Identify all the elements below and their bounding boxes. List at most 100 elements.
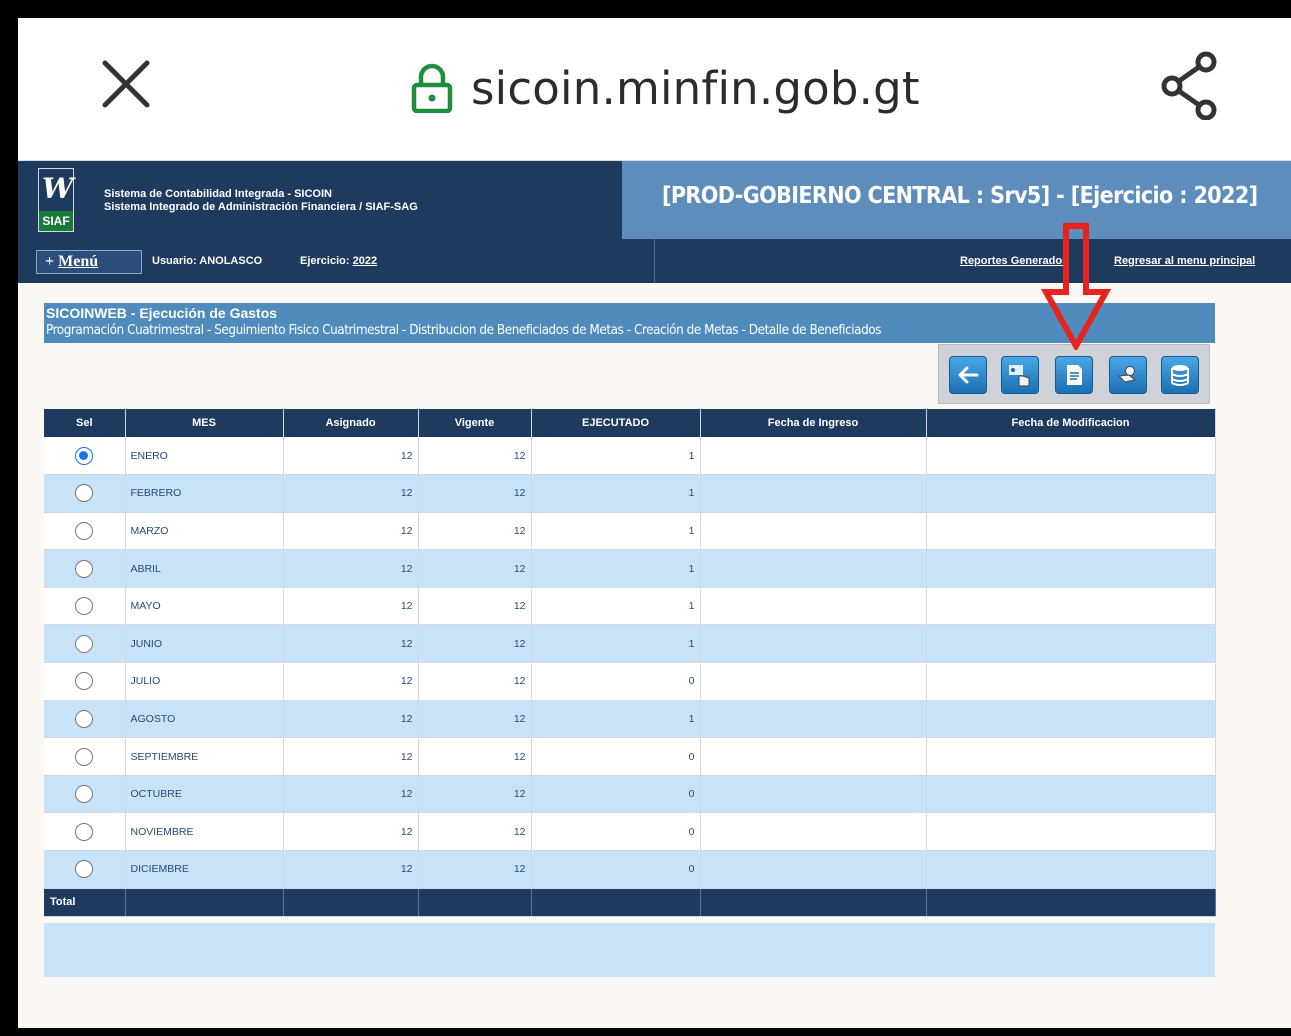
select-radio[interactable] bbox=[75, 484, 94, 503]
close-icon[interactable] bbox=[100, 58, 152, 110]
table-row[interactable]: FEBRERO 12 12 1 bbox=[44, 474, 1216, 513]
mes-cell: MARZO bbox=[125, 512, 284, 551]
fecha-modificacion-cell bbox=[926, 737, 1216, 776]
column-header: Vigente bbox=[418, 409, 532, 437]
fecha-modificacion-cell bbox=[926, 512, 1216, 551]
column-header: Fecha de Ingreso bbox=[700, 409, 927, 437]
user-label: Usuario: ANOLASCO bbox=[152, 255, 263, 267]
table-row[interactable]: DICIEMBRE 12 12 0 bbox=[44, 850, 1216, 889]
select-radio[interactable] bbox=[75, 672, 94, 691]
table-row[interactable]: JUNIO 12 12 1 bbox=[44, 624, 1216, 664]
select-radio-cell bbox=[44, 624, 126, 664]
table-row[interactable]: SEPTIEMBRE 12 12 0 bbox=[44, 737, 1216, 776]
fecha-modificacion-cell bbox=[926, 662, 1216, 701]
select-radio[interactable] bbox=[75, 634, 94, 653]
share-icon[interactable] bbox=[1160, 50, 1218, 121]
asignado-cell: 12 bbox=[283, 737, 419, 776]
ejercicio-label: Ejercicio: 2022 bbox=[300, 255, 377, 267]
select-radio[interactable] bbox=[75, 709, 94, 728]
select-radio[interactable] bbox=[75, 446, 94, 465]
ejecutado-cell: 0 bbox=[531, 850, 701, 889]
column-header: Fecha de Modificacion bbox=[926, 409, 1216, 437]
hand-select-icon[interactable] bbox=[1001, 356, 1039, 394]
fecha-modificacion-cell bbox=[926, 775, 1216, 814]
breadcrumb-separator: - bbox=[738, 323, 749, 338]
table-row[interactable]: JULIO 12 12 0 bbox=[44, 662, 1216, 701]
table-row[interactable]: AGOSTO 12 12 1 bbox=[44, 700, 1216, 739]
breadcrumb-item[interactable]: Creación de Metas bbox=[634, 323, 739, 338]
select-radio-cell bbox=[44, 512, 126, 551]
menu-label: Menú bbox=[58, 253, 99, 270]
regresar-menu-link[interactable]: Regresar al menu principal bbox=[1114, 255, 1255, 267]
table-row[interactable]: NOVIEMBRE 12 12 0 bbox=[44, 812, 1216, 852]
select-radio-cell bbox=[44, 775, 126, 814]
mes-cell: DICIEMBRE bbox=[125, 850, 284, 889]
breadcrumb-separator: - bbox=[398, 323, 410, 338]
breadcrumb-item[interactable]: Seguimiento Fisico Cuatrimestral bbox=[214, 323, 399, 338]
table-row[interactable]: ENERO 12 12 1 bbox=[44, 437, 1216, 476]
screenshot-frame: sicoin.minfin.gob.gt W SIAF Sistema de C… bbox=[0, 0, 1291, 1036]
ejecutado-cell: 1 bbox=[531, 587, 701, 626]
vigente-cell: 12 bbox=[418, 812, 532, 852]
select-radio-cell bbox=[44, 474, 126, 513]
select-radio[interactable] bbox=[75, 747, 94, 766]
fecha-ingreso-cell bbox=[700, 700, 927, 739]
address-bar[interactable]: sicoin.minfin.gob.gt bbox=[411, 58, 920, 118]
column-header: Asignado bbox=[283, 409, 419, 437]
breadcrumb: Programación Cuatrimestral - Seguimiento… bbox=[46, 323, 881, 338]
column-header: MES bbox=[125, 409, 284, 437]
back-arrow-icon[interactable] bbox=[949, 356, 987, 394]
table-row[interactable]: ABRIL 12 12 1 bbox=[44, 549, 1216, 588]
fecha-modificacion-cell bbox=[926, 474, 1216, 513]
fecha-ingreso-cell bbox=[700, 512, 927, 551]
select-radio[interactable] bbox=[75, 785, 94, 804]
logo-mark-icon: W bbox=[42, 172, 74, 205]
ejercicio-value[interactable]: 2022 bbox=[353, 255, 377, 267]
select-radio[interactable] bbox=[75, 521, 94, 540]
database-icon[interactable] bbox=[1161, 356, 1199, 394]
breadcrumb-item[interactable]: Distribucion de Beneficiados de Metas bbox=[409, 323, 624, 338]
table-row[interactable]: MAYO 12 12 1 bbox=[44, 587, 1216, 626]
breadcrumb-item[interactable]: Detalle de Beneficiados bbox=[749, 323, 882, 338]
vigente-cell: 12 bbox=[418, 549, 532, 588]
vigente-cell: 12 bbox=[418, 662, 532, 701]
select-radio[interactable] bbox=[75, 559, 94, 578]
fecha-modificacion-cell bbox=[926, 700, 1216, 739]
mes-cell: ABRIL bbox=[125, 549, 284, 588]
breadcrumb-item[interactable]: Programación Cuatrimestral bbox=[46, 323, 204, 338]
total-cell bbox=[125, 888, 284, 917]
select-radio[interactable] bbox=[75, 860, 94, 879]
select-radio-cell bbox=[44, 812, 126, 852]
total-cell bbox=[283, 888, 419, 917]
select-radio[interactable] bbox=[75, 597, 94, 616]
select-radio-cell bbox=[44, 437, 126, 476]
select-radio-cell bbox=[44, 587, 126, 626]
ejecutado-cell: 1 bbox=[531, 474, 701, 513]
table-row[interactable]: MARZO 12 12 1 bbox=[44, 512, 1216, 551]
asignado-cell: 12 bbox=[283, 587, 419, 626]
table-body: ENERO 12 12 1 FEBRERO 12 12 1 MARZO 12 12 1 ABRIL 12 1… bbox=[44, 437, 1216, 889]
fecha-ingreso-cell bbox=[700, 775, 927, 814]
system-line-1: Sistema de Contabilidad Integrada - SICO… bbox=[104, 188, 332, 200]
siaf-logo: W SIAF bbox=[38, 168, 74, 232]
table-row[interactable]: OCTUBRE 12 12 0 bbox=[44, 775, 1216, 814]
vigente-cell: 12 bbox=[418, 850, 532, 889]
ejecutado-cell: 1 bbox=[531, 624, 701, 664]
page-title: SICOINWEB - Ejecución de Gastos bbox=[46, 305, 278, 321]
asignado-cell: 12 bbox=[283, 512, 419, 551]
select-radio-cell bbox=[44, 662, 126, 701]
select-radio[interactable] bbox=[75, 822, 94, 841]
toolbar bbox=[938, 344, 1210, 404]
ejecutado-cell: 1 bbox=[531, 549, 701, 588]
table-header-row: Sel MES Asignado Vigente EJECUTADO Fecha… bbox=[44, 409, 1216, 437]
document-icon[interactable] bbox=[1055, 356, 1093, 394]
fecha-modificacion-cell bbox=[926, 624, 1216, 664]
fecha-ingreso-cell bbox=[700, 437, 927, 476]
total-cell bbox=[418, 888, 532, 917]
menu-button[interactable]: + Menú bbox=[36, 250, 142, 274]
total-row: Total bbox=[44, 888, 1216, 917]
hand-gear-icon[interactable] bbox=[1109, 356, 1147, 394]
breadcrumb-separator: - bbox=[623, 323, 635, 338]
fecha-modificacion-cell bbox=[926, 587, 1216, 626]
mes-cell: OCTUBRE bbox=[125, 775, 284, 814]
